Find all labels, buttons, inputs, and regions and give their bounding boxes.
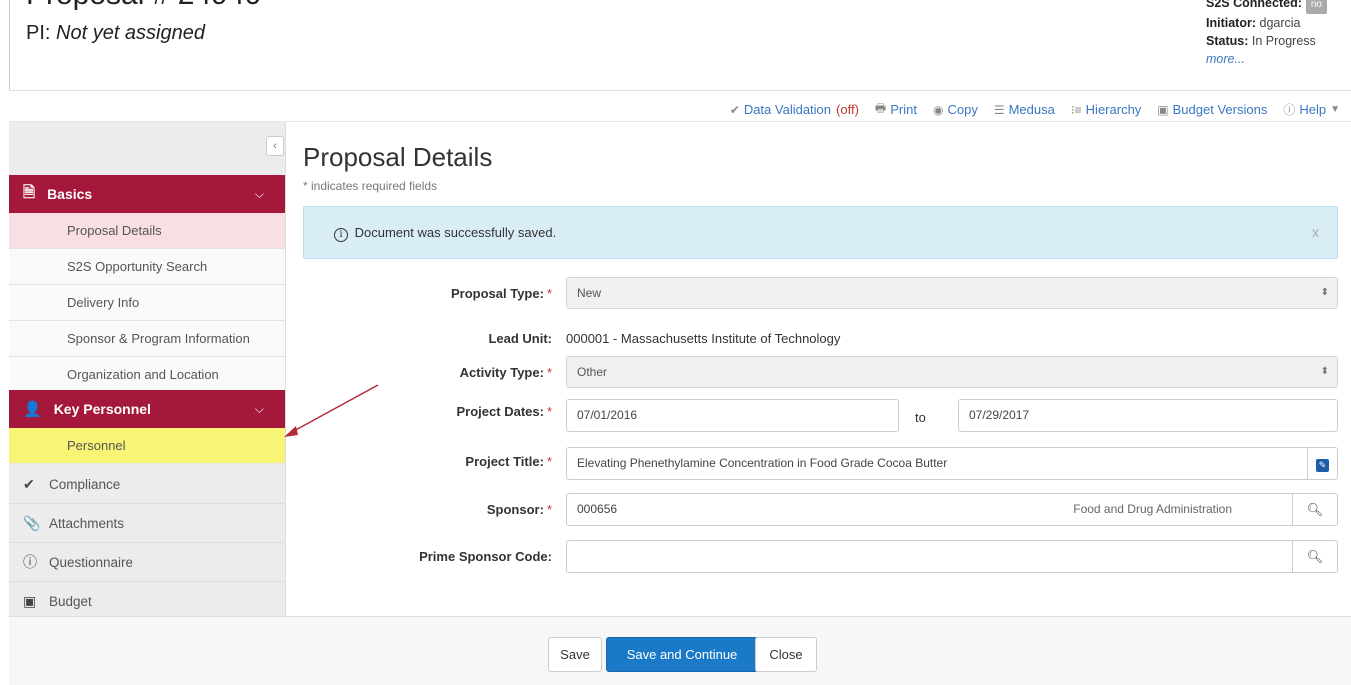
prime-sponsor-input[interactable] [566,540,1293,573]
printer-icon: 🖶 [874,101,887,115]
header-meta: S2S Connected: no Initiator: dgarcia Stat… [1206,0,1327,68]
data-validation-link[interactable]: ✔ Data Validation (off) [730,99,859,120]
alert-message: Document was successfully saved. [354,225,557,240]
info-icon: i [334,228,348,242]
s2s-label: S2S Connected: [1206,0,1302,10]
money-icon: ▣ [23,593,37,609]
toolbar: ✔ Data Validation (off) 🖶 Print ◉ Copy ☰… [9,90,1351,122]
proposal-type-select[interactable]: New ⬍ [566,277,1338,309]
chevron-left-icon: ‹ [273,140,277,152]
hierarchy-icon: ⁝≡ [1070,102,1082,117]
sponsor-search-button[interactable]: 🔍︎ [1292,493,1338,526]
save-button[interactable]: Save [548,637,602,672]
initiator-label: Initiator: [1206,16,1257,30]
main-content: Proposal Details * indicates required fi… [303,122,1338,616]
checkmark-icon: ✔ [23,476,35,492]
sidebar-item-questionnaire[interactable]: ⓘ Questionnaire [9,543,285,582]
page-title: Proposal Details [303,142,493,172]
pi-value: Not yet assigned [56,22,205,44]
pi-line: PI: Not yet assigned [26,22,205,45]
sidebar-item-budget[interactable]: ▣ Budget [9,582,285,616]
sidebar-item-s2s-opportunity-search[interactable]: S2S Opportunity Search [9,249,285,285]
sidebar-item-sponsor-program[interactable]: Sponsor & Program Information [9,321,285,357]
sidebar-item-personnel[interactable]: Personnel [9,428,285,464]
document-icon: 🗎 [23,183,36,201]
budget-versions-link[interactable]: ▣ Budget Versions [1157,99,1267,120]
project-title-label: Project Title: * [465,454,552,469]
print-link[interactable]: 🖶 Print [875,99,917,120]
proposal-type-label: Proposal Type: * [450,286,552,301]
sidebar-item-attachments[interactable]: 📎 Attachments [9,504,285,543]
activity-type-select[interactable]: Other ⬍ [566,356,1338,388]
caret-down-icon: ▼ [1330,104,1340,115]
copy-link[interactable]: ◉ Copy [933,99,978,120]
sponsor-name: Food and Drug Administration [1073,502,1232,516]
select-arrows-icon: ⬍ [1320,366,1329,377]
project-dates-label: Project Dates: * [456,404,552,419]
money-icon: ▣ [1157,102,1169,117]
question-circle-icon: ⓘ [23,554,37,570]
proposal-header: Proposal # 24940 PI: Not yet assigned S2… [9,0,1351,90]
chevron-down-icon: ⌵ [254,186,264,201]
paperclip-icon: 📎 [23,515,41,531]
search-icon: 🔍︎ [1306,549,1324,564]
collapse-sidebar-button[interactable]: ‹ [266,136,284,156]
lead-unit-label: Lead Unit: [488,331,552,346]
chevron-down-icon: ⌵ [254,401,264,416]
hierarchy-link[interactable]: ⁝≡ Hierarchy [1071,99,1141,120]
status-label: Status: [1206,34,1249,48]
status-value: In Progress [1251,34,1316,48]
sidebar-section-basics[interactable]: 🗎 Basics ⌵ [9,175,285,213]
lead-unit-value: 000001 - Massachusetts Institute of Tech… [566,331,841,346]
success-alert: i Document was successfully saved. x [303,206,1338,259]
footer-actions: Save Save and Continue Close [9,616,1351,685]
eye-icon: ◉ [932,102,944,117]
close-alert-button[interactable]: x [1312,224,1319,240]
close-button[interactable]: Close [755,637,817,672]
sidebar-item-proposal-details[interactable]: Proposal Details [9,213,285,249]
sponsor-input[interactable]: 000656 Food and Drug Administration [566,493,1293,526]
arrow-head [284,426,298,437]
prime-sponsor-search-button[interactable]: 🔍︎ [1292,540,1338,573]
sponsor-label: Sponsor: * [486,502,552,517]
sidebar-section-key-personnel[interactable]: 👤 Key Personnel ⌵ [9,390,285,428]
more-link[interactable]: more... [1206,52,1245,66]
user-icon: 👤 [23,401,42,418]
project-title-input[interactable]: Elevating Phenethylamine Concentration i… [566,447,1308,480]
list-icon: ☰ [993,102,1005,117]
edit-title-button[interactable]: ✎ [1307,447,1338,480]
help-menu[interactable]: ⓘ Help ▼ [1283,99,1340,120]
select-arrows-icon: ⬍ [1320,287,1329,298]
date-to-label: to [915,410,926,425]
search-icon: 🔍︎ [1306,502,1324,517]
start-date-input[interactable]: 07/01/2016 [566,399,899,432]
required-note: * indicates required fields [303,179,438,193]
pi-label: PI: [26,22,51,44]
proposal-title: Proposal # 24940 [26,0,261,12]
prime-sponsor-label: Prime Sponsor Code: [419,549,552,564]
initiator-value: dgarcia [1259,16,1301,30]
sidebar-item-delivery-info[interactable]: Delivery Info [9,285,285,321]
sidebar-item-compliance[interactable]: ✔ Compliance [9,465,285,504]
data-validation-state: (off) [836,102,859,117]
save-and-continue-button[interactable]: Save and Continue [606,637,758,672]
checkmark-icon: ✔ [729,102,740,117]
sidebar-item-organization-location[interactable]: Organization and Location [9,357,285,393]
medusa-link[interactable]: ☰ Medusa [994,99,1055,120]
activity-type-label: Activity Type: * [459,365,552,380]
end-date-input[interactable]: 07/29/2017 [958,399,1338,432]
question-icon: ⓘ [1283,103,1296,117]
sidebar: ‹ 🗎 Basics ⌵ Proposal Details S2S Opport… [9,122,286,616]
s2s-badge: no [1305,0,1327,14]
edit-icon: ✎ [1316,459,1329,472]
